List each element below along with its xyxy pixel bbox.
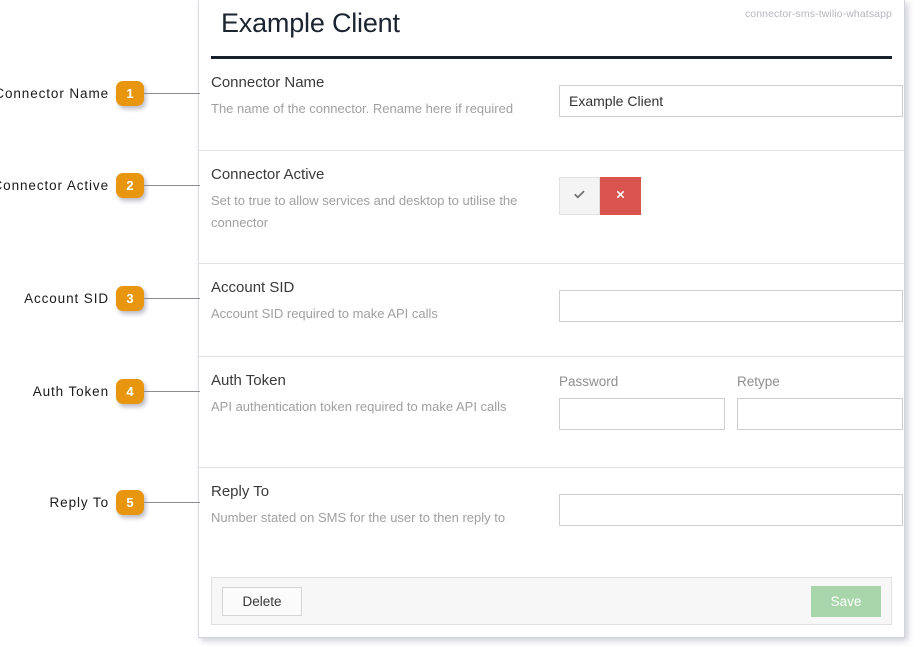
form-row-connector-name: Connector Name The name of the connector… [199,59,904,150]
callout-label: Account SID [24,290,109,306]
field-description: Number stated on SMS for the user to the… [211,510,506,525]
password-field-block: Password [559,374,725,430]
connector-id-text: connector-sms-twilio-whatsapp [744,8,892,20]
retype-field-block: Retype [737,374,903,430]
form-row-connector-active: Connector Active Set to true to allow se… [199,150,904,263]
reply-to-input[interactable] [559,494,903,526]
row-control: Password Retype [559,371,903,467]
callout-badge: 3 [116,285,144,311]
account-sid-input[interactable] [559,290,903,322]
callout-badge: 4 [116,378,144,404]
row-control [559,73,903,150]
field-label: Auth Token [211,372,286,389]
connector-name-input[interactable] [559,85,903,117]
row-text: Connector Active Set to true to allow se… [211,165,559,263]
row-control [559,165,892,263]
callout-leader-line [144,92,200,94]
row-control [559,278,903,356]
settings-form: Connector Name The name of the connector… [199,59,904,637]
page-title: Example Client [221,8,400,38]
row-text: Auth Token API authentication token requ… [211,371,559,467]
callout-label: Auth Token [32,383,109,399]
connector-settings-panel: Example Client connector-sms-twilio-what… [198,0,905,638]
retype-caption: Retype [737,374,780,389]
row-text: Connector Name The name of the connector… [211,73,559,150]
check-icon [572,187,587,205]
cross-icon [614,188,627,204]
callout-1: Connector Name 1 [0,80,200,106]
callout-2: Connector Active 2 [0,172,200,198]
callout-leader-line [144,297,200,299]
auth-token-retype-input[interactable] [737,398,903,430]
form-footer: Delete Save [211,577,892,625]
callout-badge: 2 [116,172,144,198]
row-text: Reply To Number stated on SMS for the us… [211,482,559,559]
field-description: Set to true to allow services and deskto… [211,193,518,230]
field-label: Connector Active [211,166,325,183]
callout-leader-line [144,390,200,392]
callout-4: Auth Token 4 [33,378,200,404]
callout-5: Reply To 5 [50,489,200,515]
field-label: Reply To [211,483,270,500]
callout-label: Connector Name [0,85,109,101]
annotation-layer: Connector Name 1 Connector Active 2 Acco… [0,0,200,647]
field-description: The name of the connector. Rename here i… [211,101,514,116]
password-caption: Password [559,374,619,389]
form-row-auth-token: Auth Token API authentication token requ… [199,356,904,467]
form-row-reply-to: Reply To Number stated on SMS for the us… [199,467,904,559]
field-label: Connector Name [211,74,325,91]
callout-badge: 5 [116,489,144,515]
auth-token-password-input[interactable] [559,398,725,430]
row-control [559,482,903,559]
toggle-no-button[interactable] [600,177,641,215]
auth-token-fields: Password Retype [559,374,903,430]
callout-label: Connector Active [0,177,109,193]
form-row-account-sid: Account SID Account SID required to make… [199,263,904,356]
delete-button[interactable]: Delete [222,586,302,616]
field-label: Account SID [211,279,295,296]
field-description: Account SID required to make API calls [211,306,438,321]
save-button[interactable]: Save [811,585,881,617]
callout-label: Reply To [49,494,109,510]
row-text: Account SID Account SID required to make… [211,278,559,356]
callout-badge: 1 [116,80,144,106]
callout-leader-line [144,184,200,186]
callout-leader-line [144,501,200,503]
toggle-yes-button[interactable] [559,177,600,215]
panel-header: Example Client connector-sms-twilio-what… [199,0,904,59]
callout-3: Account SID 3 [24,285,200,311]
field-description: API authentication token required to mak… [211,399,507,414]
connector-active-toggle[interactable] [559,177,641,215]
